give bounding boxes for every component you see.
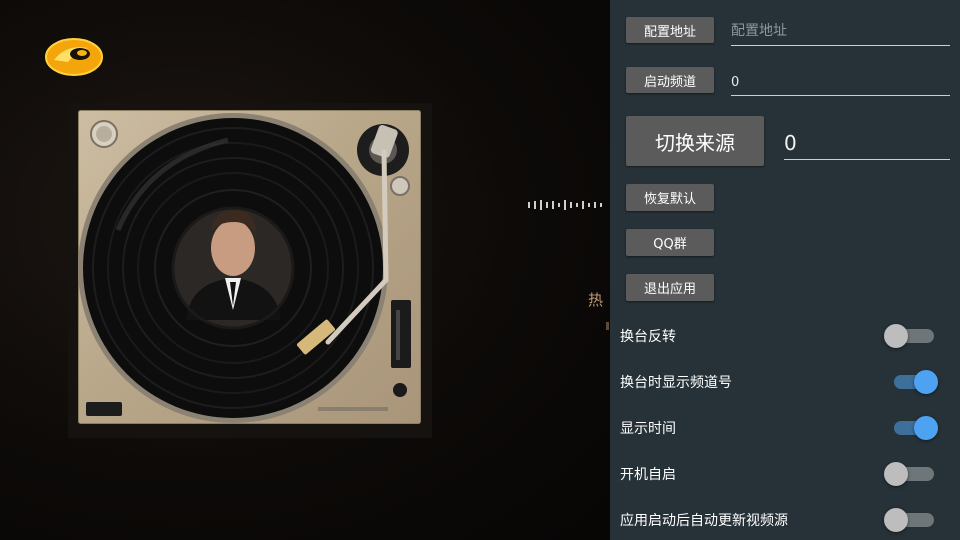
video-background: 热 (0, 0, 610, 540)
switch-thumb (884, 508, 908, 532)
qq-group-button[interactable]: QQ群 (626, 229, 714, 256)
toggle-row-reverse-channel[interactable]: 换台反转 (620, 321, 950, 351)
mango-logo-icon (45, 38, 103, 76)
reverse-channel-switch[interactable] (884, 324, 936, 348)
show-channel-number-switch[interactable] (884, 370, 938, 394)
toggle-row-show-channel-number[interactable]: 换台时显示频道号 (620, 367, 950, 397)
config-address-button[interactable]: 配置地址 (626, 17, 714, 43)
restore-defaults-button[interactable]: 恢复默认 (626, 184, 714, 211)
switch-thumb (884, 462, 908, 486)
toggle-label: 换台反转 (620, 329, 676, 345)
toggle-label: 换台时显示频道号 (620, 375, 732, 391)
switch-thumb (914, 416, 938, 440)
switch-source-input[interactable]: 0 (784, 124, 950, 160)
overlay-text: 热 (588, 291, 604, 309)
start-channel-input[interactable]: 0 (731, 66, 950, 96)
toggle-label: 开机自启 (620, 467, 676, 483)
toggle-row-show-time[interactable]: 显示时间 (620, 413, 950, 443)
switch-thumb (914, 370, 938, 394)
settings-panel: 配置地址 配置地址 启动频道 0 切换来源 0 恢复默认 QQ群 退出应用 换台… (610, 0, 960, 540)
config-address-input[interactable]: 配置地址 (731, 16, 950, 46)
boot-start-switch[interactable] (884, 462, 936, 486)
start-channel-button[interactable]: 启动频道 (626, 67, 714, 93)
toggle-row-auto-update-source[interactable]: 应用启动后自动更新视频源 (620, 505, 950, 535)
subtitle-fragment (606, 322, 609, 330)
show-time-switch[interactable] (884, 416, 938, 440)
switch-thumb (884, 324, 908, 348)
toggle-row-boot-start[interactable]: 开机自启 (620, 459, 950, 489)
audio-wave-icon (528, 200, 602, 210)
switch-source-button[interactable]: 切换来源 (626, 116, 764, 166)
toggle-label: 应用启动后自动更新视频源 (620, 513, 788, 529)
turntable-image (78, 110, 421, 424)
exit-app-button[interactable]: 退出应用 (626, 274, 714, 301)
toggle-label: 显示时间 (620, 421, 676, 437)
auto-update-source-switch[interactable] (884, 508, 936, 532)
